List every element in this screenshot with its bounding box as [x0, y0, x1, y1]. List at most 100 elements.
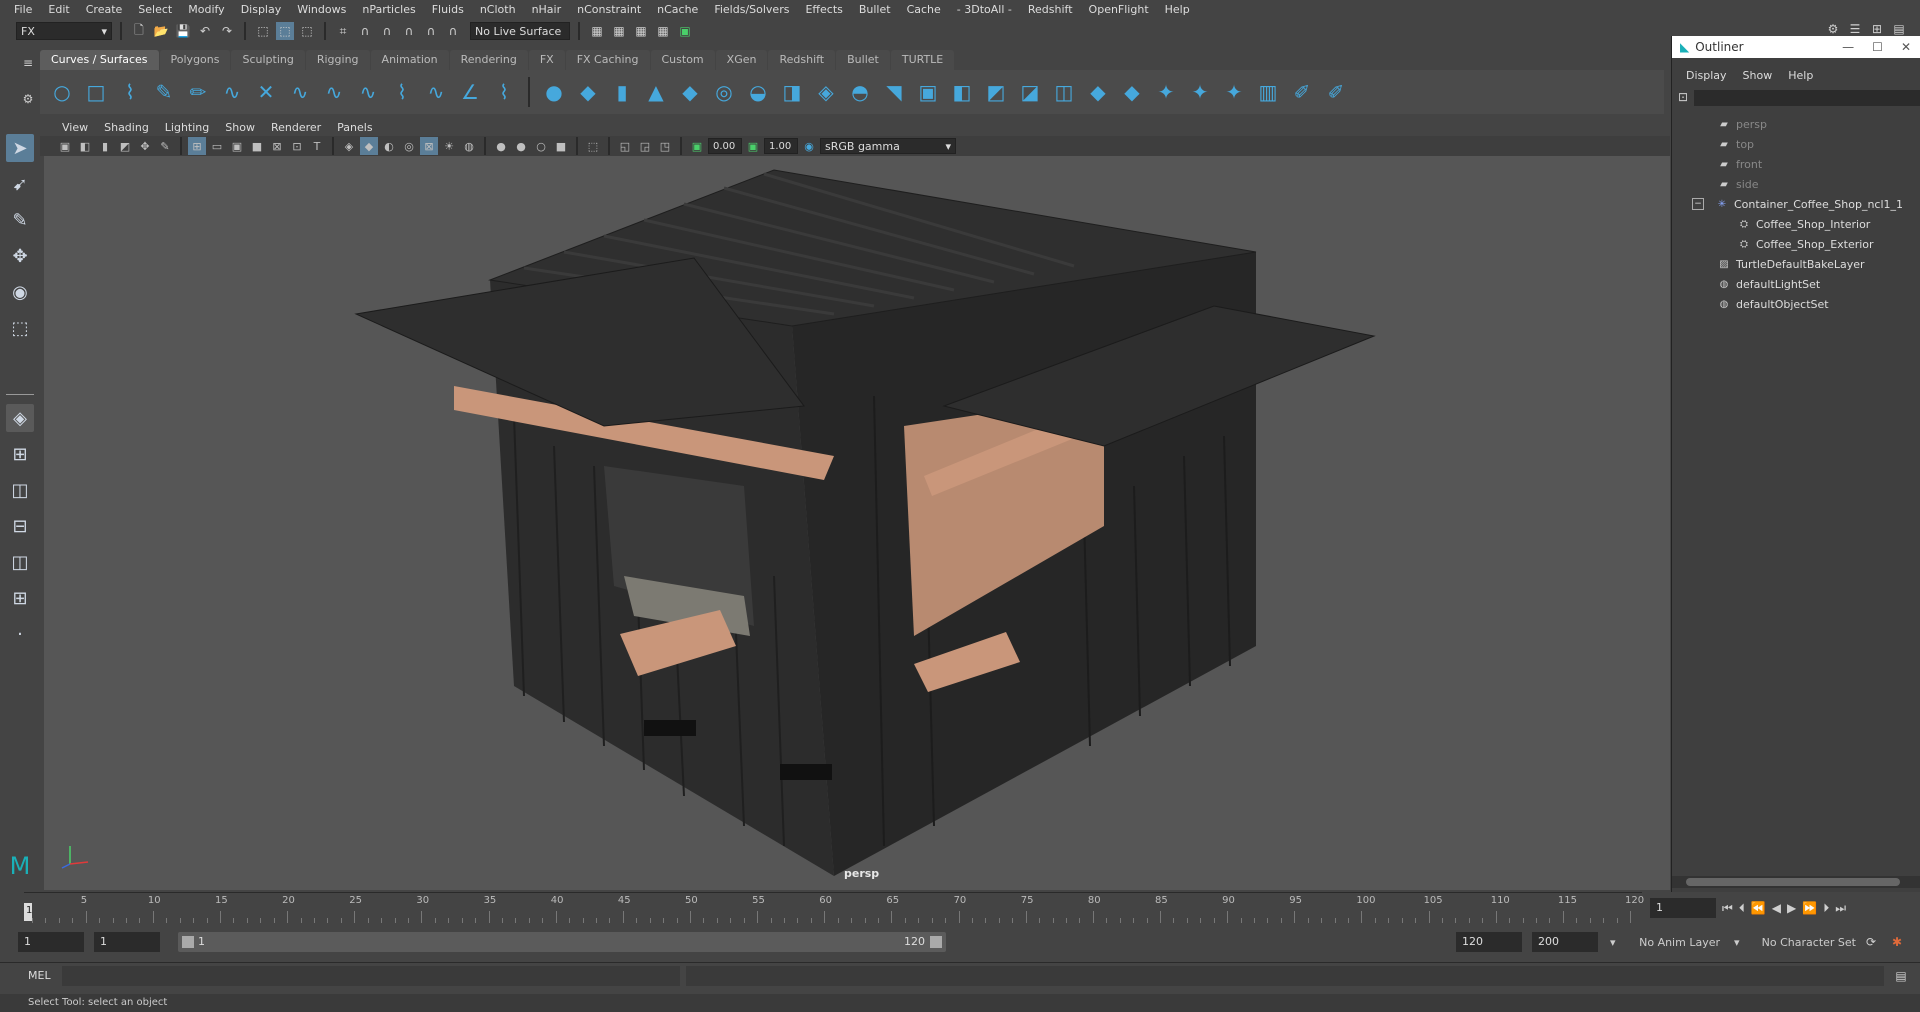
stacked-layout-icon[interactable]: ⊟ [6, 512, 34, 540]
ambient-occlusion-icon[interactable]: ◍ [460, 137, 478, 155]
outliner-layout-icon[interactable]: ◫ [6, 548, 34, 576]
trim-tool-icon[interactable]: ◆ [1084, 78, 1112, 106]
bookmarks-icon[interactable]: ▮ [96, 137, 114, 155]
animation-preferences-icon[interactable]: ✱ [1888, 933, 1906, 951]
viewport-menu-show[interactable]: Show [217, 121, 263, 134]
2d-pan-zoom-icon[interactable]: ✥ [136, 137, 154, 155]
xray-icon[interactable]: ⬚ [584, 137, 602, 155]
wireframe-on-shaded-icon[interactable]: ◐ [380, 137, 398, 155]
snap-live-icon[interactable]: ∩ [444, 22, 462, 40]
project-curve-icon[interactable]: ◪ [1016, 78, 1044, 106]
color-management-icon[interactable]: ◉ [800, 137, 818, 155]
wireframe-icon[interactable]: ◈ [340, 137, 358, 155]
shelf-tab-turtle[interactable]: TURTLE [890, 50, 955, 70]
isolate-select-icon[interactable]: ■ [552, 137, 570, 155]
outliner-menu-display[interactable]: Display [1678, 69, 1735, 82]
gate-mask-icon[interactable]: ■ [248, 137, 266, 155]
snap-point-icon[interactable]: ∩ [378, 22, 396, 40]
field-chart-icon[interactable]: ⊠ [268, 137, 286, 155]
motion-blur-icon[interactable]: ● [492, 137, 510, 155]
current-frame-field[interactable]: 1 [1650, 898, 1716, 918]
menu-item-3dtoall[interactable]: - 3DtoAll - [949, 3, 1020, 16]
shelf-settings-gear-icon[interactable]: ⚙ [19, 90, 37, 108]
menu-item-bullet[interactable]: Bullet [851, 3, 899, 16]
resolution-gate-icon[interactable]: ▣ [228, 137, 246, 155]
cv-curve-icon[interactable]: ⌇ [116, 78, 144, 106]
menu-set-selector[interactable]: FX ▾ [16, 22, 112, 40]
loft-icon[interactable]: ◨ [778, 78, 806, 106]
smooth-shade-icon[interactable]: ◆ [360, 137, 378, 155]
step-forward-key-icon[interactable]: ⏩ [1802, 901, 1817, 915]
nurbs-plane-icon[interactable]: ◆ [676, 78, 704, 106]
add-points-icon[interactable]: ∠ [456, 78, 484, 106]
menu-item-ncloth[interactable]: nCloth [472, 3, 524, 16]
snap-grid-icon[interactable]: ⌗ [334, 22, 352, 40]
shadows-icon[interactable]: ☀ [440, 137, 458, 155]
step-forward-frame-icon[interactable]: ⏵ [1823, 901, 1829, 916]
shelf-tab-xgen[interactable]: XGen [715, 50, 768, 70]
planar-icon[interactable]: ◈ [812, 78, 840, 106]
menu-item-fluids[interactable]: Fluids [424, 3, 472, 16]
four-view-layout-icon[interactable]: ⊞ [6, 440, 34, 468]
pencil-curve-icon[interactable]: ✏ [184, 78, 212, 106]
menu-item-display[interactable]: Display [233, 3, 290, 16]
render-view-icon[interactable]: ▦ [588, 22, 606, 40]
menu-item-nhair[interactable]: nHair [524, 3, 570, 16]
bezier-curve-icon[interactable]: ∿ [218, 78, 246, 106]
gamma-field[interactable]: 1.00 [764, 138, 798, 154]
menu-item-windows[interactable]: Windows [289, 3, 354, 16]
textured-icon[interactable]: ◎ [400, 137, 418, 155]
nurbs-square-icon[interactable]: □ [82, 78, 110, 106]
select-hierarchy-icon[interactable]: ⬚ [254, 22, 272, 40]
view-transform-dropdown[interactable]: sRGB gamma ▾ [820, 138, 956, 154]
shelf-tab-animation[interactable]: Animation [370, 50, 449, 70]
insert-isoparms-icon[interactable]: ▥ [1254, 78, 1282, 106]
shelf-tab-rigging[interactable]: Rigging [305, 50, 370, 70]
menu-item-file[interactable]: File [6, 3, 40, 16]
ipr-render-icon[interactable]: ▦ [632, 22, 650, 40]
boundary-icon[interactable]: ◧ [948, 78, 976, 106]
shelf-tab-polygons[interactable]: Polygons [159, 50, 231, 70]
outliner-item[interactable]: − ✳ Container_Coffee_Shop_ncl1_1 [1672, 194, 1920, 214]
exposure-toggle-icon[interactable]: ▣ [688, 137, 706, 155]
outliner-item[interactable]: ▰ persp [1672, 114, 1920, 134]
sculpt-geometry-icon[interactable]: ✐ [1322, 78, 1350, 106]
attach-surfaces-icon[interactable]: ✦ [1152, 78, 1180, 106]
menu-item-modify[interactable]: Modify [180, 3, 232, 16]
open-close-surfaces-icon[interactable]: ✦ [1220, 78, 1248, 106]
nurbs-sphere-icon[interactable]: ● [540, 78, 568, 106]
bevel-plus-icon[interactable]: ▣ [914, 78, 942, 106]
viewport-menu-shading[interactable]: Shading [96, 121, 157, 134]
play-forwards-icon[interactable]: ▶ [1787, 901, 1796, 915]
menu-item-help[interactable]: Help [1157, 3, 1198, 16]
live-surface-field[interactable]: No Live Surface [470, 22, 570, 40]
nurbs-cube-icon[interactable]: ◆ [574, 78, 602, 106]
layout-options-icon[interactable]: · [6, 620, 34, 648]
select-tool-arrow-icon[interactable]: ➤ [6, 134, 34, 162]
paint-select-icon[interactable]: ✎ [6, 206, 34, 234]
range-start-handle[interactable] [182, 936, 194, 948]
extrude-icon[interactable]: ◓ [846, 78, 874, 106]
menu-item-effects[interactable]: Effects [797, 3, 850, 16]
xray-components-icon[interactable]: ◲ [636, 137, 654, 155]
menu-item-redshift[interactable]: Redshift [1020, 3, 1081, 16]
shelf-tab-redshift[interactable]: Redshift [768, 50, 836, 70]
shelf-tab-fx[interactable]: FX [528, 50, 565, 70]
outliner-item[interactable]: ◍ defaultLightSet [1672, 274, 1920, 294]
collapse-toggle-icon[interactable]: − [1692, 198, 1704, 210]
viewport-menu-panels[interactable]: Panels [329, 121, 380, 134]
intersect-surfaces-icon[interactable]: ◫ [1050, 78, 1078, 106]
outliner-item[interactable]: ▰ top [1672, 134, 1920, 154]
rebuild-curve-icon[interactable]: ∿ [422, 78, 450, 106]
render-current-frame-icon[interactable]: ▦ [610, 22, 628, 40]
snap-surface-icon[interactable]: ∩ [422, 22, 440, 40]
playback-start-field[interactable]: 1 [94, 932, 160, 952]
camera-attributes-icon[interactable]: ◧ [76, 137, 94, 155]
render-settings-icon[interactable]: ▦ [654, 22, 672, 40]
outliner-search-input[interactable] [1694, 90, 1920, 106]
outliner-menu-show[interactable]: Show [1735, 69, 1781, 82]
nurbs-circle-icon[interactable]: ○ [48, 78, 76, 106]
scale-tool-icon[interactable]: ⬚ [6, 314, 34, 342]
command-input[interactable] [62, 966, 680, 986]
viewport-menu-lighting[interactable]: Lighting [157, 121, 217, 134]
